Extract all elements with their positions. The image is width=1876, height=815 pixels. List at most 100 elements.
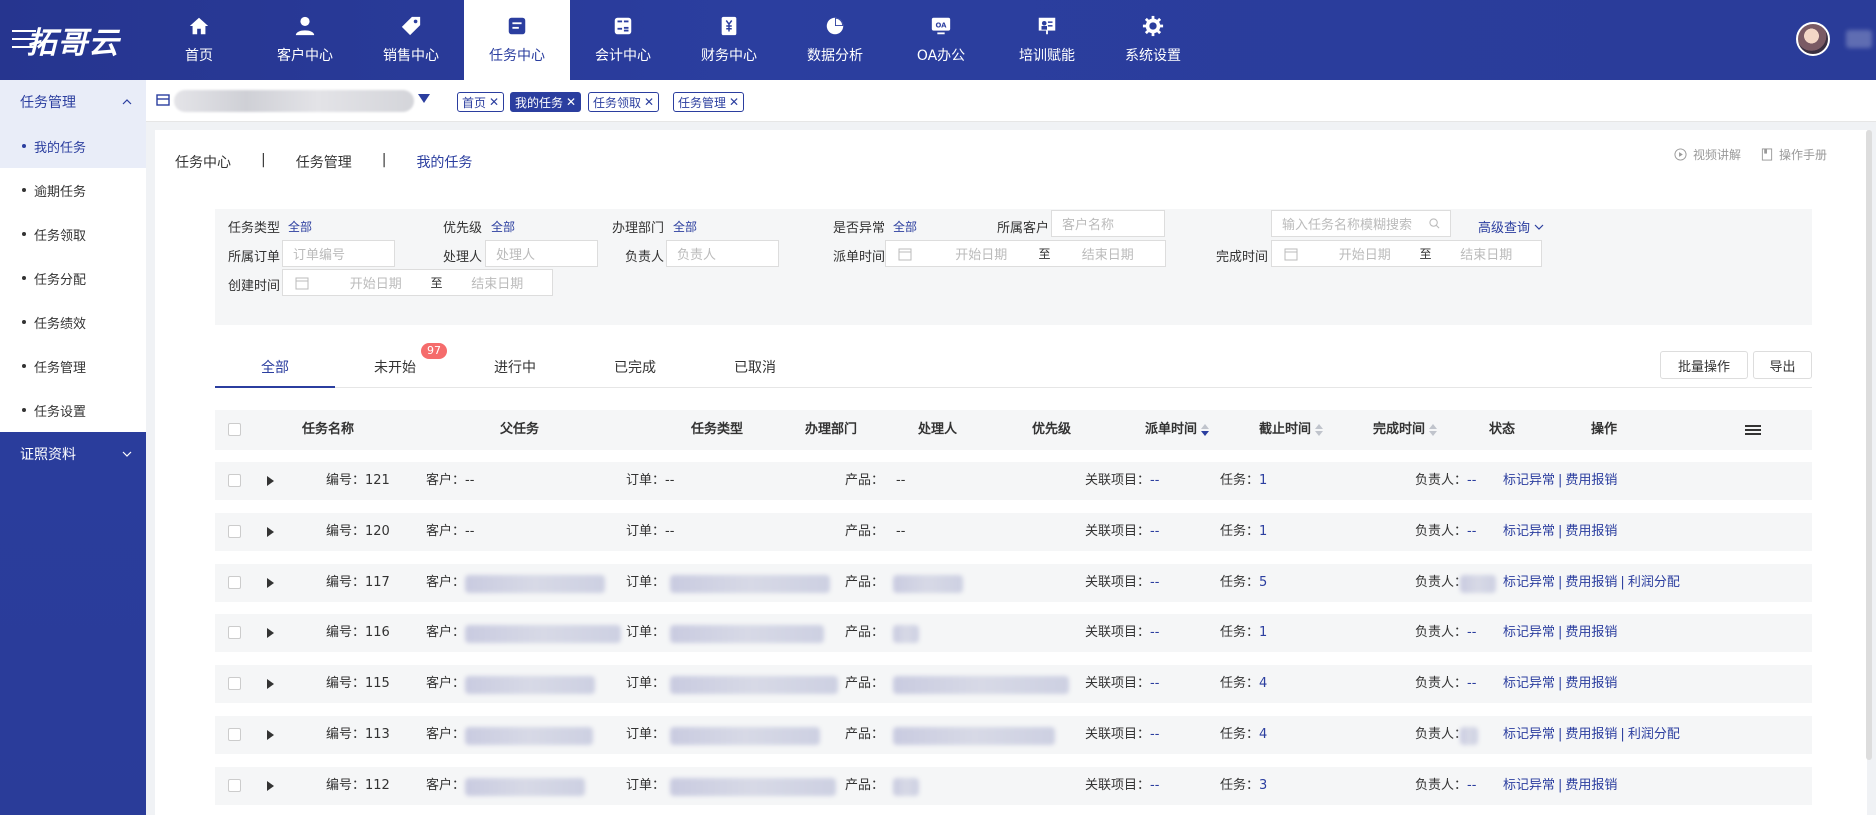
sidebar-item[interactable]: 我的任务: [0, 124, 146, 168]
related-value[interactable]: --: [1150, 778, 1159, 793]
expense-report-link[interactable]: 费用报销: [1565, 473, 1617, 488]
status-tab[interactable]: 已完成: [575, 348, 695, 388]
expand-row-icon[interactable]: [267, 476, 274, 486]
related-value[interactable]: --: [1150, 473, 1159, 488]
row-checkbox[interactable]: [228, 575, 241, 589]
export-button[interactable]: 导出: [1753, 351, 1812, 379]
dispatch-date-range[interactable]: 开始日期 至 结束日期: [885, 240, 1166, 267]
related-value[interactable]: --: [1150, 575, 1159, 590]
nav-item-training-board[interactable]: 培训赋能: [994, 0, 1100, 80]
nav-item-oa-monitor[interactable]: OA OA办公: [888, 0, 994, 80]
owner-value[interactable]: --: [1467, 676, 1476, 691]
row-checkbox[interactable]: [228, 474, 241, 487]
close-icon[interactable]: ✕: [729, 95, 739, 109]
caret-down-icon[interactable]: [418, 94, 430, 103]
open-tab-chip[interactable]: 任务领取 ✕: [588, 92, 660, 112]
expand-row-icon[interactable]: [267, 780, 274, 791]
expense-report-link[interactable]: 费用报销: [1565, 778, 1617, 793]
sidebar-item[interactable]: 任务管理: [0, 344, 146, 388]
breadcrumb-item[interactable]: 任务中心: [175, 152, 231, 172]
related-value[interactable]: --: [1150, 676, 1159, 691]
related-value[interactable]: --: [1150, 524, 1159, 539]
col-finish-time[interactable]: 完成时间: [1373, 410, 1438, 450]
order-input[interactable]: 订单编号: [282, 240, 395, 267]
related-value[interactable]: --: [1150, 625, 1159, 640]
mark-abnormal-link[interactable]: 标记异常: [1503, 778, 1555, 793]
nav-item-gear[interactable]: 系统设置: [1100, 0, 1206, 80]
expense-report-link[interactable]: 费用报销: [1565, 676, 1617, 691]
expand-row-icon[interactable]: [267, 730, 274, 740]
sidebar-item[interactable]: 任务设置: [0, 388, 146, 432]
advanced-search-toggle[interactable]: 高级查询: [1478, 217, 1544, 236]
expand-row-icon[interactable]: [267, 577, 274, 588]
status-tab[interactable]: 已取消: [695, 348, 815, 388]
nav-item-task[interactable]: 任务中心: [464, 0, 570, 80]
related-value[interactable]: --: [1150, 727, 1159, 742]
open-tab-chip[interactable]: 任务管理 ✕: [673, 92, 745, 112]
close-icon[interactable]: ✕: [566, 95, 576, 109]
video-tutorial-link[interactable]: 视频讲解: [1674, 146, 1741, 163]
mark-abnormal-link[interactable]: 标记异常: [1503, 575, 1555, 590]
breadcrumb-item[interactable]: 任务管理: [296, 152, 352, 172]
table-row[interactable]: 编号：117 客户： 订单： 产品： 关联项目：-- 任务：5 负责人： 标记异常 | 费用报销 |…: [215, 563, 1812, 602]
handler-input[interactable]: 处理人: [485, 240, 598, 267]
table-row[interactable]: 编号：112 客户： 订单： 产品： 关联项目：-- 任务：3 负责人：-- 标记异常 | 费用报…: [215, 766, 1812, 805]
expand-row-icon[interactable]: [267, 628, 274, 639]
row-checkbox[interactable]: [228, 778, 241, 792]
priority-all[interactable]: 全部: [491, 218, 515, 235]
row-checkbox[interactable]: [228, 677, 241, 691]
mark-abnormal-link[interactable]: 标记异常: [1503, 676, 1555, 691]
window-icon[interactable]: [156, 93, 170, 107]
col-deadline[interactable]: 截止时间: [1259, 410, 1324, 450]
column-settings-icon[interactable]: [1745, 424, 1761, 436]
subtask-count[interactable]: 3: [1259, 778, 1267, 793]
sidebar-item[interactable]: 任务领取: [0, 212, 146, 256]
subtask-count[interactable]: 1: [1259, 625, 1267, 640]
page-scrollbar[interactable]: [1866, 130, 1872, 760]
subtask-count[interactable]: 4: [1259, 676, 1267, 691]
expand-row-icon[interactable]: [267, 679, 274, 690]
abnormal-all[interactable]: 全部: [893, 218, 917, 235]
status-tab[interactable]: 全部: [215, 348, 335, 388]
nav-item-home[interactable]: 首页: [146, 0, 252, 80]
row-checkbox[interactable]: [228, 626, 241, 640]
expense-report-link[interactable]: 费用报销: [1565, 575, 1617, 590]
table-row[interactable]: 编号：120 客户：-- 订单：-- 产品： -- 关联项目：-- 任务：1 负责人：-- 标记…: [215, 512, 1812, 551]
search-icon[interactable]: [1429, 218, 1440, 229]
subtask-count[interactable]: 1: [1259, 473, 1267, 488]
row-checkbox[interactable]: [228, 728, 241, 741]
mark-abnormal-link[interactable]: 标记异常: [1503, 524, 1555, 539]
profit-distribution-link[interactable]: 利润分配: [1628, 575, 1680, 590]
sidebar-group-licenses[interactable]: 证照资料: [0, 432, 146, 476]
table-row[interactable]: 编号：121 客户：-- 订单：-- 产品： -- 关联项目：-- 任务：1 负责人：-- 标记…: [215, 462, 1812, 500]
sidebar-group-task-management[interactable]: 任务管理: [0, 80, 146, 124]
col-dispatch-time[interactable]: 派单时间: [1145, 410, 1210, 450]
mark-abnormal-link[interactable]: 标记异常: [1503, 473, 1555, 488]
status-tab[interactable]: 未开始 97: [335, 343, 455, 388]
select-all-checkbox[interactable]: [228, 423, 241, 436]
nav-item-user[interactable]: 客户中心: [252, 0, 358, 80]
open-tab-chip[interactable]: 首页 ✕: [457, 92, 505, 112]
owner-value[interactable]: --: [1467, 778, 1476, 793]
dept-all[interactable]: 全部: [673, 218, 697, 235]
owner-value[interactable]: --: [1467, 625, 1476, 640]
finish-date-range[interactable]: 开始日期 至 结束日期: [1271, 240, 1542, 267]
table-row[interactable]: 编号：116 客户： 订单： 产品： 关联项目：-- 任务：1 负责人：-- 标记异常 | 费用报…: [215, 614, 1812, 653]
owner-value[interactable]: --: [1467, 473, 1476, 488]
close-icon[interactable]: ✕: [489, 95, 499, 109]
batch-operation-button[interactable]: 批量操作: [1660, 351, 1748, 379]
subtask-count[interactable]: 1: [1259, 524, 1267, 539]
subtask-count[interactable]: 4: [1259, 727, 1267, 742]
expand-row-icon[interactable]: [267, 526, 274, 537]
nav-item-pie-chart[interactable]: 数据分析: [782, 0, 888, 80]
mark-abnormal-link[interactable]: 标记异常: [1503, 625, 1555, 640]
owner-input[interactable]: 负责人: [666, 240, 779, 267]
row-checkbox[interactable]: [228, 524, 241, 538]
nav-item-yen-book[interactable]: 财务中心: [676, 0, 782, 80]
sidebar-item[interactable]: 逾期任务: [0, 168, 146, 212]
expense-report-link[interactable]: 费用报销: [1565, 727, 1617, 742]
customer-input[interactable]: 客户名称: [1051, 210, 1165, 237]
avatar[interactable]: [1796, 22, 1830, 56]
table-row[interactable]: 编号：115 客户： 订单： 产品： 关联项目：-- 任务：4 负责人：-- 标记异常 | 费用报…: [215, 665, 1812, 704]
open-tab-chip[interactable]: 我的任务 ✕: [510, 92, 582, 112]
